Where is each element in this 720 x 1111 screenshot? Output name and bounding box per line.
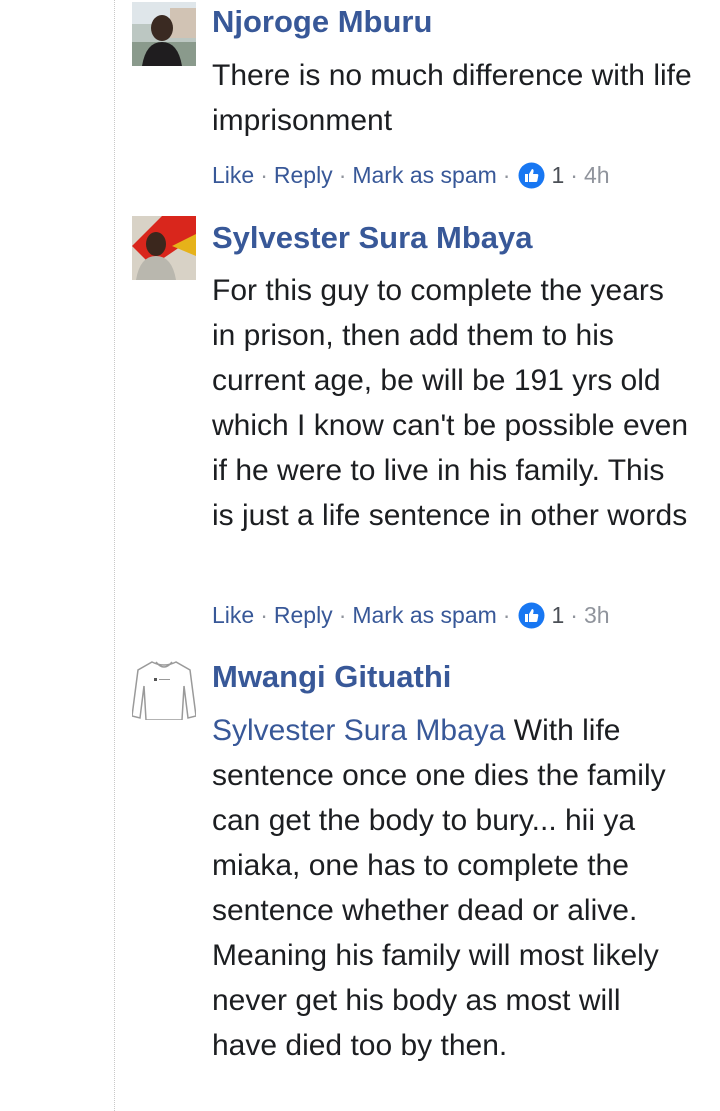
comment-author[interactable]: Mwangi Gituathi <box>212 657 451 697</box>
comment-text: There is no much difference with life im… <box>212 59 692 137</box>
avatar[interactable] <box>132 656 196 720</box>
separator: · <box>260 602 268 628</box>
avatar[interactable] <box>132 2 196 66</box>
thread-line <box>114 0 115 1111</box>
reply-button[interactable]: Reply <box>274 600 333 630</box>
separator: · <box>260 162 268 188</box>
comment-text-content: With life sentence once one dies the fam… <box>212 714 666 1062</box>
separator: · <box>338 162 347 188</box>
comment-actions: Like · Reply · Mark as spam · 1 · 4h <box>212 160 610 190</box>
separator: · <box>502 162 511 188</box>
comment-timestamp[interactable]: 3h <box>584 600 610 630</box>
comment-text: For this guy to complete the years in pr… <box>212 274 689 532</box>
comment-actions: Like · Reply · Mark as spam · 1 · 3h <box>212 600 610 630</box>
reaction-count[interactable]: 1 <box>551 600 564 630</box>
comment-author[interactable]: Sylvester Sura Mbaya <box>212 218 533 258</box>
like-button[interactable]: Like <box>212 600 254 630</box>
separator: · <box>338 602 347 628</box>
separator: · <box>502 602 511 628</box>
separator: · <box>570 602 578 628</box>
reply-button[interactable]: Reply <box>274 160 333 190</box>
comment-timestamp[interactable]: 4h <box>584 160 610 190</box>
like-button[interactable]: Like <box>212 160 254 190</box>
thumbs-up-icon[interactable] <box>518 602 545 629</box>
thumbs-up-icon[interactable] <box>518 162 545 189</box>
reaction-count[interactable]: 1 <box>551 160 564 190</box>
mention-link[interactable]: Sylvester Sura Mbaya <box>212 714 505 747</box>
comment-text: Sylvester Sura Mbaya With life sentence … <box>212 708 692 1068</box>
separator: · <box>570 162 578 188</box>
mark-as-spam-button[interactable]: Mark as spam <box>352 600 496 630</box>
avatar[interactable] <box>132 216 196 280</box>
mark-as-spam-button[interactable]: Mark as spam <box>352 160 496 190</box>
comment-author[interactable]: Njoroge Mburu <box>212 2 432 42</box>
